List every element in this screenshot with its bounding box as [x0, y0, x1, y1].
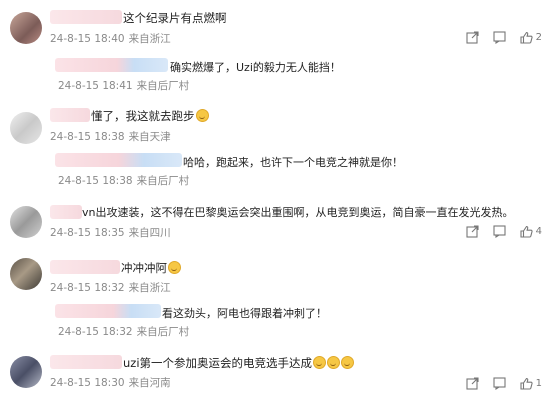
reply-meta: 24-8-15 18:32 来自后厂村	[58, 326, 193, 339]
comment-2: 懂了，我这就去跑步 24-8-15 18:38 来自天津 哈哈，跑起来，也许下一个…	[0, 98, 550, 198]
avatar[interactable]	[10, 258, 42, 290]
comment-icon	[493, 225, 506, 238]
reply-meta: 24-8-15 18:38 来自后厂村	[58, 175, 193, 188]
reply-date: 24-8-15 18:38	[58, 175, 133, 187]
reply-text: 哈哈，跑起来，也许下一个电竞之神就是你！	[183, 156, 403, 169]
emoji-icon	[327, 356, 341, 369]
comment-text: uzi第一个参加奥运会的电竞选手达成	[123, 356, 313, 370]
reply-username[interactable]	[55, 304, 161, 318]
reply-username[interactable]	[55, 58, 168, 72]
like-icon	[520, 377, 533, 390]
comment-4: 冲冲冲阿 24-8-15 18:32 来自浙江 看这劲头，阿电也得跟着冲刺了！ 2…	[0, 252, 550, 347]
comment-button[interactable]	[493, 31, 506, 44]
reply-location: 来自后厂村	[136, 326, 190, 338]
comment-meta: 24-8-15 18:40 来自浙江	[50, 33, 175, 46]
comment-text: 冲冲冲阿	[121, 261, 167, 275]
comment-text: vn出攻速装，这不得在巴黎奥运会突出重围啊，从电竞到奥运，简自豪一直在发光发热。	[82, 206, 514, 219]
comment-date: 24-8-15 18:32	[50, 282, 125, 294]
username[interactable]	[50, 355, 122, 369]
avatar[interactable]	[10, 12, 42, 44]
comment-text: 这个纪录片有点燃啊	[123, 11, 227, 25]
emoji-icon	[195, 109, 209, 122]
comment-date: 24-8-15 18:30	[50, 377, 125, 389]
share-button[interactable]	[466, 377, 479, 390]
comment-3: vn出攻速装，这不得在巴黎奥运会突出重围啊，从电竞到奥运，简自豪一直在发光发热。…	[0, 200, 550, 250]
comment-meta: 24-8-15 18:30 来自河南	[50, 377, 175, 390]
comment-icon	[493, 377, 506, 390]
emoji-icon	[168, 261, 181, 274]
comment-actions: 2	[466, 31, 542, 44]
comment-actions: 1	[466, 377, 542, 390]
comment-location: 来自四川	[128, 227, 171, 239]
username[interactable]	[50, 10, 122, 24]
comment-location: 来自浙江	[128, 282, 171, 294]
username[interactable]	[50, 260, 120, 274]
like-icon	[520, 31, 533, 44]
comment-icon	[493, 31, 506, 44]
username[interactable]	[50, 108, 90, 122]
comment-text-row: uzi第一个参加奥运会的电竞选手达成	[123, 356, 355, 370]
share-icon	[466, 31, 479, 44]
comment-text: 懂了，我这就去跑步	[91, 109, 195, 123]
comment-location: 来自浙江	[128, 33, 171, 45]
comment-text-row: 懂了，我这就去跑步	[91, 109, 209, 123]
avatar[interactable]	[10, 356, 42, 388]
share-button[interactable]	[466, 225, 479, 238]
username[interactable]	[50, 205, 82, 219]
reply-meta: 24-8-15 18:41 来自后厂村	[58, 80, 193, 93]
reply-location: 来自后厂村	[136, 80, 190, 92]
like-button[interactable]: 2	[520, 31, 542, 44]
reply-date: 24-8-15 18:32	[58, 326, 133, 338]
emoji-icon	[341, 356, 355, 369]
reply-text: 确实燃爆了，Uzi的毅力无人能挡！	[170, 61, 341, 74]
reply-location: 来自后厂村	[136, 175, 190, 187]
emoji-icon	[313, 356, 327, 369]
comment-meta: 24-8-15 18:32 来自浙江	[50, 282, 175, 295]
like-button[interactable]: 1	[520, 377, 542, 390]
comment-location: 来自河南	[128, 377, 171, 389]
share-icon	[466, 377, 479, 390]
like-count: 4	[535, 226, 542, 237]
like-icon	[520, 225, 533, 238]
reply-text: 看这劲头，阿电也得跟着冲刺了！	[162, 307, 327, 320]
comment-meta: 24-8-15 18:38 来自天津	[50, 131, 175, 144]
comment-meta: 24-8-15 18:35 来自四川	[50, 227, 175, 240]
avatar[interactable]	[10, 206, 42, 238]
comment-text-row: 冲冲冲阿	[121, 261, 181, 275]
comment-button[interactable]	[493, 225, 506, 238]
like-count: 1	[535, 378, 542, 389]
comment-date: 24-8-15 18:38	[50, 131, 125, 143]
comment-date: 24-8-15 18:40	[50, 33, 125, 45]
like-button[interactable]: 4	[520, 225, 542, 238]
comment-5: uzi第一个参加奥运会的电竞选手达成 24-8-15 18:30 来自河南 1	[0, 350, 550, 405]
comment-date: 24-8-15 18:35	[50, 227, 125, 239]
reply-date: 24-8-15 18:41	[58, 80, 133, 92]
comment-actions: 4	[466, 225, 542, 238]
avatar[interactable]	[10, 112, 42, 144]
share-icon	[466, 225, 479, 238]
comment-button[interactable]	[493, 377, 506, 390]
comment-location: 来自天津	[128, 131, 171, 143]
share-button[interactable]	[466, 31, 479, 44]
comment-1: 这个纪录片有点燃啊 24-8-15 18:40 来自浙江 2 确实燃爆了，Uzi的…	[0, 0, 550, 95]
like-count: 2	[535, 32, 542, 43]
reply-username[interactable]	[55, 153, 182, 167]
